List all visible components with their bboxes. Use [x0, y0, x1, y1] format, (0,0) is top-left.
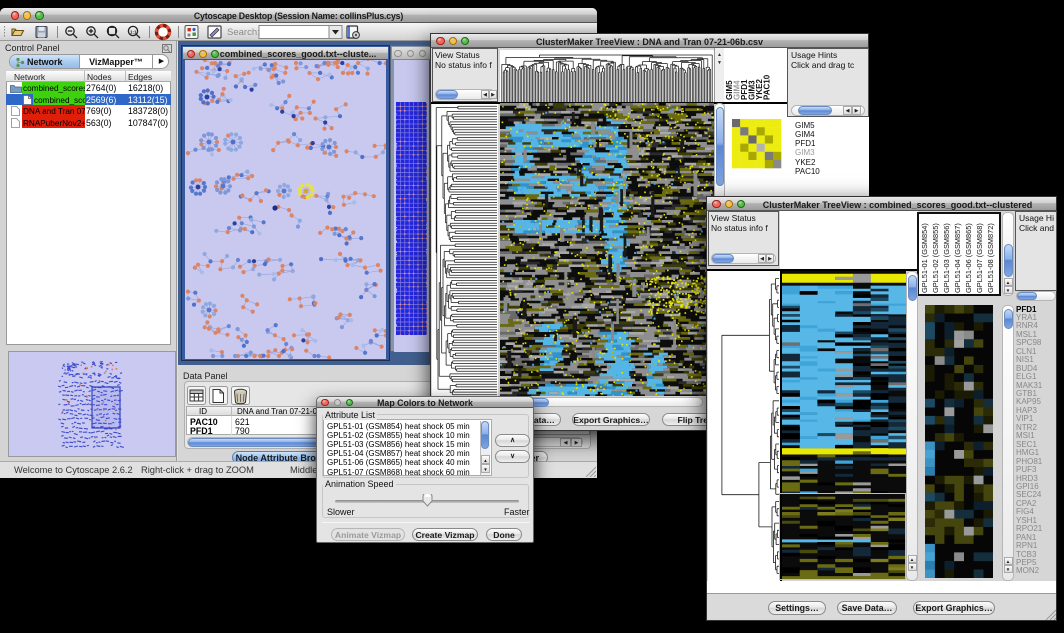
- svg-text:1:1: 1:1: [130, 29, 137, 34]
- svg-text:GPL51-04 (GSM857): GPL51-04 (GSM857): [953, 223, 962, 293]
- svg-text:GPL51-07 (GSM868): GPL51-07 (GSM868): [975, 223, 984, 293]
- svg-text:GPL51-06 (GSM865): GPL51-06 (GSM865): [964, 223, 973, 293]
- svg-text:Search:: Search:: [227, 27, 260, 38]
- svg-text:GPL51-01 (GSM854): GPL51-01 (GSM854): [920, 223, 929, 293]
- svg-text:GPL51-08 (GSM872): GPL51-08 (GSM872): [986, 223, 995, 293]
- svg-text:GPL51-03 (GSM856): GPL51-03 (GSM856): [942, 223, 951, 293]
- svg-text:GPL51-02 (GSM855): GPL51-02 (GSM855): [931, 223, 940, 293]
- svg-text:PAC10: PAC10: [763, 74, 772, 100]
